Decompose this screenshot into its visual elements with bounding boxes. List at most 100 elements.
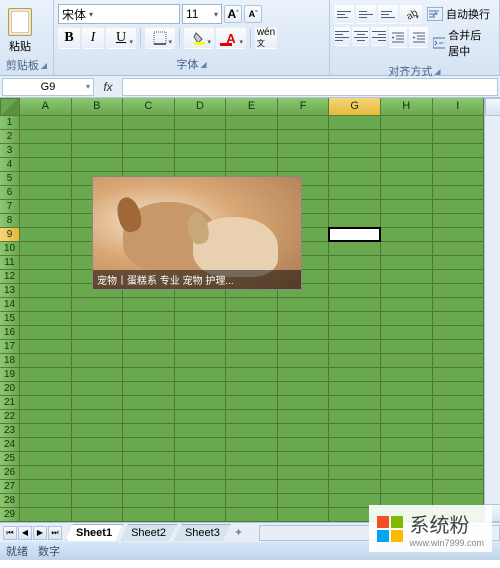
- cell[interactable]: [433, 424, 485, 438]
- cell[interactable]: [278, 354, 330, 368]
- cell[interactable]: [123, 508, 175, 522]
- cell[interactable]: [278, 452, 330, 466]
- cell[interactable]: [123, 382, 175, 396]
- cell[interactable]: [381, 228, 433, 242]
- cell[interactable]: [381, 130, 433, 144]
- cell[interactable]: [226, 158, 278, 172]
- tab-first-button[interactable]: ⏮: [3, 526, 17, 540]
- cell[interactable]: [72, 312, 124, 326]
- cell-grid[interactable]: 宠物丨蛋糕系 专业 宠物 护理...: [20, 116, 484, 522]
- column-header[interactable]: E: [226, 98, 278, 116]
- cell[interactable]: [175, 466, 227, 480]
- sheet-tab[interactable]: Sheet1: [65, 524, 123, 541]
- cell[interactable]: [278, 144, 330, 158]
- cell[interactable]: [329, 270, 381, 284]
- cell[interactable]: [175, 410, 227, 424]
- row-header[interactable]: 29: [0, 508, 20, 522]
- cell[interactable]: [123, 116, 175, 130]
- cell[interactable]: [175, 438, 227, 452]
- cell[interactable]: [329, 382, 381, 396]
- cell[interactable]: [20, 228, 72, 242]
- cell[interactable]: [433, 130, 485, 144]
- cell[interactable]: [20, 368, 72, 382]
- cell[interactable]: [329, 256, 381, 270]
- select-all-button[interactable]: [0, 98, 20, 116]
- cell[interactable]: [433, 438, 485, 452]
- cell[interactable]: [433, 116, 485, 130]
- row-header[interactable]: 15: [0, 312, 20, 326]
- cell[interactable]: [433, 480, 485, 494]
- cell[interactable]: [433, 186, 485, 200]
- cell[interactable]: [72, 452, 124, 466]
- cell[interactable]: [433, 228, 485, 242]
- cell[interactable]: [123, 312, 175, 326]
- cell[interactable]: [433, 144, 485, 158]
- cell[interactable]: [175, 396, 227, 410]
- cell[interactable]: [329, 214, 381, 228]
- decrease-indent-button[interactable]: [389, 26, 407, 48]
- cell[interactable]: [20, 130, 72, 144]
- cell[interactable]: [226, 438, 278, 452]
- cell[interactable]: [72, 130, 124, 144]
- cell[interactable]: [329, 172, 381, 186]
- row-header[interactable]: 20: [0, 382, 20, 396]
- cell[interactable]: [433, 382, 485, 396]
- increase-font-button[interactable]: Aˆ: [224, 5, 242, 23]
- cell[interactable]: [433, 270, 485, 284]
- cell[interactable]: [72, 494, 124, 508]
- cell[interactable]: [381, 116, 433, 130]
- column-header[interactable]: G: [329, 98, 381, 116]
- cell[interactable]: [20, 326, 72, 340]
- cell[interactable]: [278, 382, 330, 396]
- row-header[interactable]: 9: [0, 228, 20, 242]
- cell[interactable]: [20, 116, 72, 130]
- cell[interactable]: [72, 466, 124, 480]
- cell[interactable]: [226, 312, 278, 326]
- cell[interactable]: [123, 158, 175, 172]
- row-header[interactable]: 25: [0, 452, 20, 466]
- cell[interactable]: [433, 396, 485, 410]
- cell[interactable]: [433, 200, 485, 214]
- fx-button[interactable]: fx: [96, 80, 120, 94]
- cell[interactable]: [20, 466, 72, 480]
- row-header[interactable]: 10: [0, 242, 20, 256]
- cell[interactable]: [329, 368, 381, 382]
- cell[interactable]: [381, 256, 433, 270]
- cell[interactable]: [72, 480, 124, 494]
- cell[interactable]: [278, 368, 330, 382]
- cell[interactable]: [433, 410, 485, 424]
- cell[interactable]: [329, 242, 381, 256]
- cell[interactable]: [381, 312, 433, 326]
- cell[interactable]: [123, 354, 175, 368]
- cell[interactable]: [278, 158, 330, 172]
- cell[interactable]: [123, 298, 175, 312]
- cell[interactable]: [20, 438, 72, 452]
- cell[interactable]: [226, 508, 278, 522]
- row-header[interactable]: 16: [0, 326, 20, 340]
- cell[interactable]: [20, 256, 72, 270]
- paste-button[interactable]: 粘贴: [4, 2, 36, 56]
- cell[interactable]: [381, 298, 433, 312]
- column-header[interactable]: H: [381, 98, 433, 116]
- italic-button[interactable]: I: [82, 27, 104, 49]
- sheet-tab[interactable]: Sheet3: [174, 524, 231, 541]
- cell[interactable]: [226, 410, 278, 424]
- align-left-button[interactable]: [334, 26, 350, 46]
- cell[interactable]: [20, 270, 72, 284]
- cell[interactable]: [20, 424, 72, 438]
- cell[interactable]: [278, 494, 330, 508]
- cell[interactable]: [381, 242, 433, 256]
- cell[interactable]: [329, 158, 381, 172]
- bold-button[interactable]: B: [58, 27, 80, 49]
- cell[interactable]: [329, 312, 381, 326]
- row-header[interactable]: 19: [0, 368, 20, 382]
- cell[interactable]: [123, 466, 175, 480]
- cell[interactable]: [278, 116, 330, 130]
- cell[interactable]: [381, 158, 433, 172]
- column-header[interactable]: C: [123, 98, 175, 116]
- cell[interactable]: [123, 452, 175, 466]
- cell[interactable]: [329, 340, 381, 354]
- cell[interactable]: [20, 298, 72, 312]
- cell[interactable]: [329, 284, 381, 298]
- cell[interactable]: [72, 340, 124, 354]
